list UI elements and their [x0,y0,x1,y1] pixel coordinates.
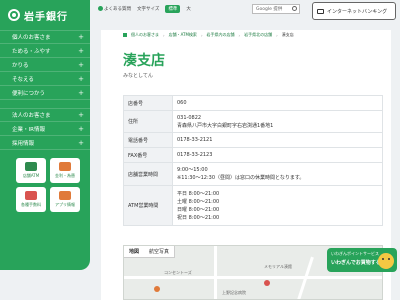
tile-rates[interactable]: 金利・為替 [50,158,80,183]
page-title: 湊支店 [123,53,165,69]
computer-icon [317,8,324,14]
app-icon [59,191,71,200]
page-title-kana: みなとしてん [123,73,153,79]
table-row: ATM営業時間 平日 8:00～21:00 土曜 8:00～21:00 日曜 8… [123,185,383,226]
shop-icon [25,162,37,171]
expand-plus-icon: + [78,88,84,97]
chart-icon [59,162,71,171]
faq-link[interactable]: よくある質問 [98,6,131,12]
sidebar-item-ir[interactable]: 企業・IR情報 + [0,122,90,136]
table-row: FAX番号 0178-33-2123 [123,147,383,163]
map-pin-icon[interactable] [264,280,270,286]
bank-logo-text: 岩手銀行 [24,11,68,23]
tab-map[interactable]: 地図 [124,246,144,257]
search-icon[interactable] [292,6,297,11]
sidebar-item-convenient[interactable]: 便利につかう + [0,86,90,100]
branch-info-table: 店番号 060 住所 031-0822 青森県八戸市大字白銀町字右岩渕通1番地1… [123,95,383,226]
text-size-label: 文字サイズ [137,7,160,12]
sidebar-item-save[interactable]: ためる・ふやす + [0,44,90,58]
site-search-input[interactable]: Google 提供 [252,4,300,14]
internet-banking-button[interactable]: インターネットバンキング [312,2,396,20]
breadcrumb-link[interactable]: 岩手県北の店舗 [244,32,272,38]
map-label: 上野記念病院 [222,290,246,295]
sidebar-item-insure[interactable]: そなえる + [0,72,90,86]
tile-shop-atm[interactable]: 店舗ATM [16,158,46,183]
expand-plus-icon: + [78,60,84,69]
map-type-tabs: 地図 航空写真 [124,246,176,258]
text-size-standard-button[interactable]: 標準 [165,5,181,13]
table-row: 店舗営業時間 9:00～15:00 ※11:30～12:30（昼間）は窓口の休業… [123,162,383,186]
expand-plus-icon: + [78,33,84,41]
table-row: 電話番号 0178-33-2121 [123,132,383,148]
question-icon [98,6,103,11]
map-label: メモリアル湊館 [264,264,292,269]
sidebar-menu-corporate: 法人のお客さま + 企業・IR情報 + 採用情報 + [0,108,90,150]
sidebar: 岩手銀行 個人のお客さま + ためる・ふやす + かりる + そなえる + 便利につかう… [0,0,90,270]
expand-plus-icon: + [78,138,84,147]
breadcrumb: 個人のお客さま › 店舗・ATM検索 › 岩手県内の店舗 › 岩手県北の店舗 ›… [123,30,383,40]
card-icon [25,191,37,200]
tab-satellite[interactable]: 航空写真 [144,246,174,257]
sidebar-item-recruit[interactable]: 採用情報 + [0,136,90,150]
map-pin-icon[interactable] [154,286,160,292]
table-row: 店番号 060 [123,95,383,111]
breadcrumb-link[interactable]: 個人のお客さま [131,32,159,38]
expand-plus-icon: + [78,74,84,83]
text-size-large-button[interactable]: 大 [186,6,191,12]
tile-fees[interactable]: 各種手数料 [16,187,46,212]
quick-tiles: 店舗ATM 金利・為替 各種手数料 アプリ情報 [0,150,90,212]
breadcrumb-link[interactable]: 岩手県内の店舗 [207,32,235,38]
sidebar-item-borrow[interactable]: かりる + [0,58,90,72]
sidebar-menu-personal: 個人のお客さま + ためる・ふやす + かりる + そなえる + 便利につかう + [0,30,90,100]
tile-app[interactable]: アプリ情報 [50,187,80,212]
breadcrumb-link[interactable]: 店舗・ATM検索 [169,32,197,38]
home-icon[interactable] [123,33,127,37]
sidebar-item-personal[interactable]: 個人のお客さま + [0,30,90,44]
bank-logo[interactable]: 岩手銀行 [0,0,90,30]
expand-plus-icon: + [78,124,84,133]
bank-logo-icon [8,9,20,21]
table-row: 住所 031-0822 青森県八戸市大字白銀町字右岩渕通1番地1 [123,110,383,133]
sidebar-item-corporate[interactable]: 法人のお客さま + [0,108,90,122]
expand-plus-icon: + [78,46,84,55]
point-service-banner[interactable]: いわぎんポイントサービス いわぎんでお買物する [327,248,397,272]
map-label: コンセントーズ [164,270,192,275]
top-header: よくある質問 文字サイズ 標準 大 Google 提供 インターネットバンキング [90,0,400,26]
expand-plus-icon: + [78,111,84,119]
breadcrumb-current: 湊支店 [281,32,294,37]
mascot-icon [378,253,394,269]
